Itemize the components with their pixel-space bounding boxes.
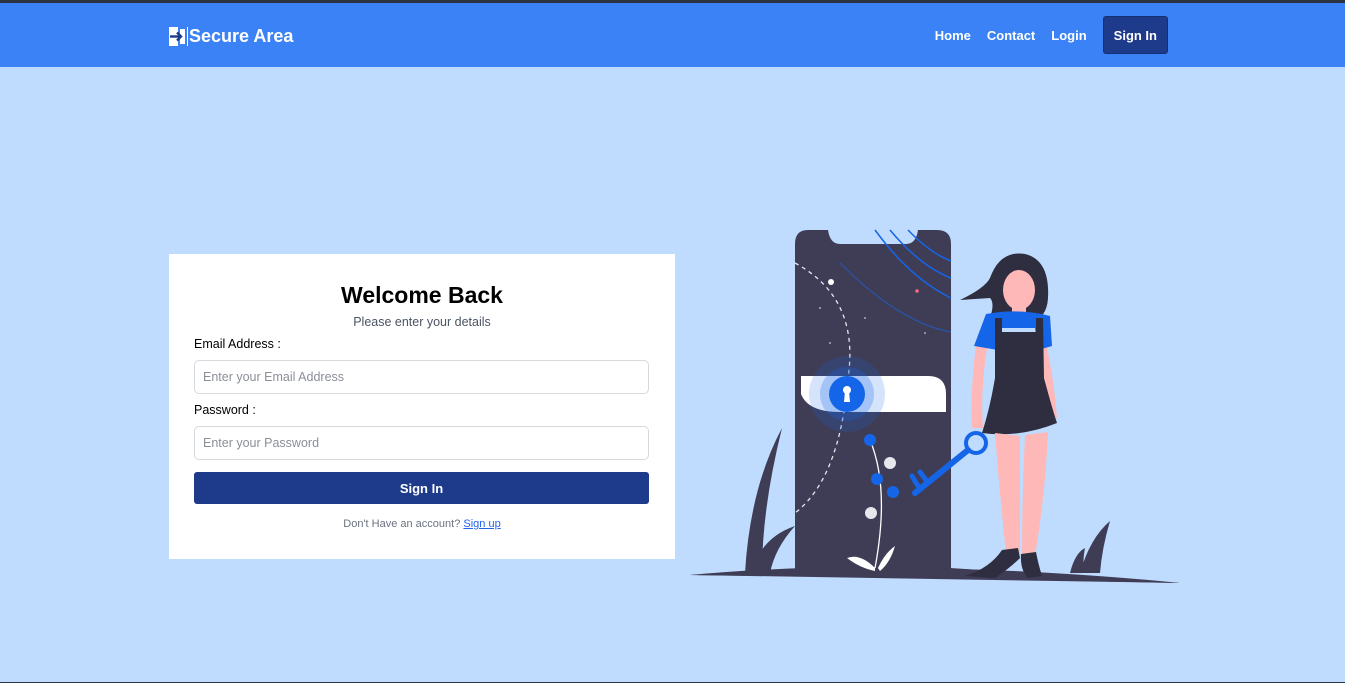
login-subtitle: Please enter your details (353, 315, 491, 329)
brand[interactable]: Secure Area (169, 25, 293, 47)
signup-row: Don't Have an account? Sign up (169, 518, 675, 530)
sign-in-icon (169, 26, 188, 46)
signup-link[interactable]: Sign up (463, 518, 500, 530)
login-illustration (690, 228, 1182, 586)
phone-lock-woman-key-illustration (690, 229, 1180, 583)
login-card: Welcome Back Please enter your details E… (169, 254, 675, 559)
nav-login-link[interactable]: Login (1051, 28, 1086, 43)
login-title: Welcome Back (341, 282, 503, 308)
navbar: Secure Area Home Contact Login Sign In (0, 3, 1345, 67)
nav-sign-in-button[interactable]: Sign In (1102, 16, 1168, 54)
password-label: Password : (194, 403, 256, 417)
email-label: Email Address : (194, 337, 281, 351)
sign-in-button[interactable]: Sign In (194, 472, 649, 504)
brand-name: Secure Area (189, 25, 294, 46)
password-input[interactable] (194, 426, 649, 460)
email-input[interactable] (194, 360, 649, 394)
nav-home-link[interactable]: Home (935, 28, 971, 43)
nav-contact-link[interactable]: Contact (987, 28, 1035, 43)
signup-prompt: Don't Have an account? (343, 518, 461, 530)
nav-links: Home Contact Login Sign In (919, 16, 1168, 54)
